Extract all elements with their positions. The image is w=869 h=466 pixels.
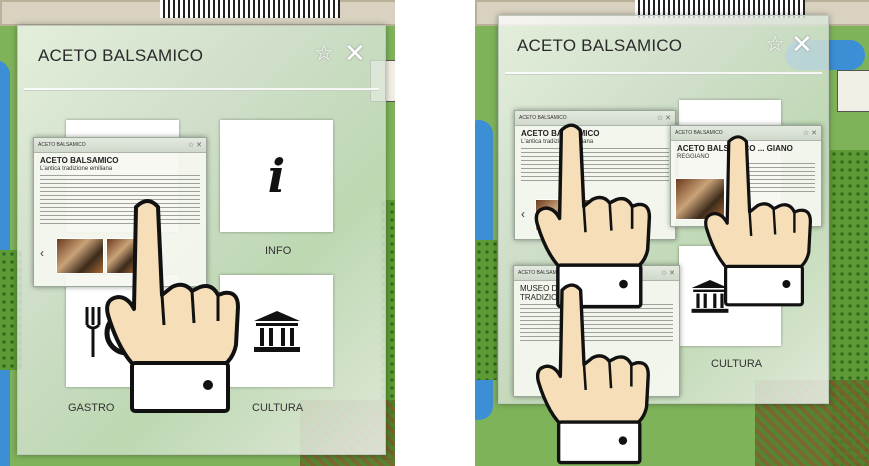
cultura-label: CULTURA (252, 402, 304, 414)
mini-card-titlebar[interactable]: ACETO BALSAMICO ☆ ✕ (34, 138, 206, 153)
panel-title: ACETO BALSAMICO (38, 46, 204, 65)
mini-card-subtitle: L'antica tradizione emiliana (40, 166, 113, 172)
pointing-hand-icon (535, 283, 650, 465)
trees (475, 240, 497, 380)
mini-card-controls-icon[interactable]: ☆ ✕ (188, 141, 202, 149)
buildings-row (160, 0, 340, 18)
pointing-hand-icon (704, 135, 812, 307)
mini-card-photo[interactable] (56, 238, 104, 274)
mini-card-bar-title: ACETO BALSAMICO (38, 142, 86, 148)
pointing-hand-icon (105, 199, 240, 413)
mini-card-controls-icon[interactable]: ☆ ✕ (661, 269, 675, 277)
chevron-left-icon[interactable]: ‹ (521, 207, 525, 221)
info-icon: i (267, 149, 286, 203)
info-label: INFO (265, 245, 292, 257)
divider (505, 72, 822, 75)
panel-title: ACETO BALSAMICO (517, 36, 683, 55)
close-icon[interactable]: ✕ (791, 31, 813, 57)
chevron-left-icon[interactable]: ‹ (40, 246, 44, 260)
divider (24, 88, 379, 91)
museum-icon (253, 311, 300, 352)
close-icon[interactable]: ✕ (344, 40, 366, 66)
mini-card-title: ACETO BALSAMICO (40, 156, 119, 165)
star-outline-icon[interactable]: ☆ (765, 31, 785, 57)
building (837, 70, 869, 112)
star-outline-icon[interactable]: ☆ (314, 40, 334, 66)
cultura-label: CULTURA (711, 358, 763, 370)
